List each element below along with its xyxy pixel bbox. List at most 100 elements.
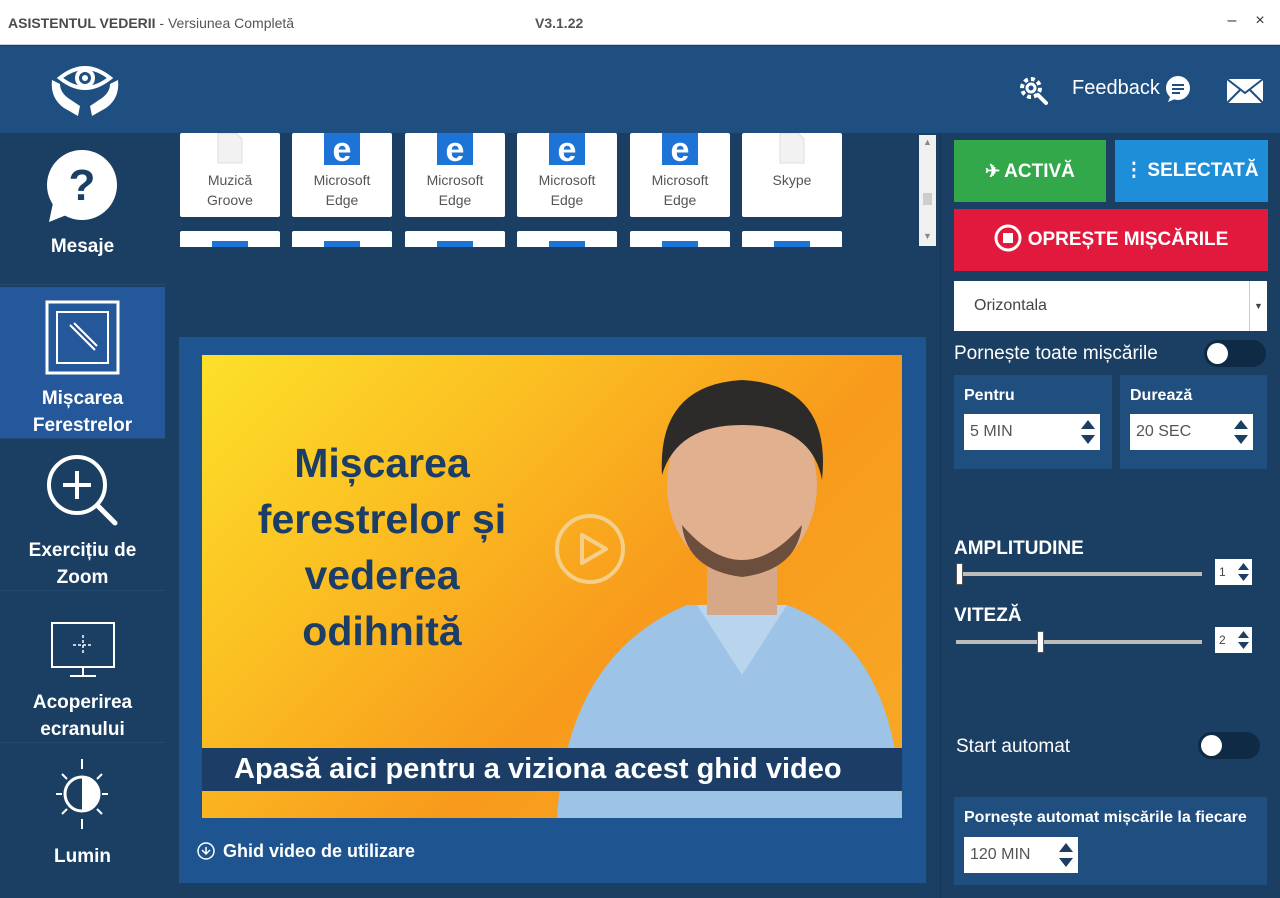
app-name-line1: Microsoft (313, 172, 371, 188)
stop-movements-button[interactable]: OPREȘTE MIȘCĂRILE (954, 209, 1268, 271)
zoom-in-icon (47, 455, 118, 526)
up-down-arrows-icon[interactable] (1080, 417, 1096, 447)
app-tile[interactable] (742, 231, 842, 247)
chevron-down-icon[interactable]: ▼ (1249, 281, 1267, 331)
edge-icon: e (437, 133, 473, 165)
duration-value: 20 SEC (1136, 423, 1192, 440)
stop-icon (994, 224, 1022, 252)
app-tile-label: Muzică Groove (180, 170, 280, 210)
app-tile[interactable] (180, 231, 280, 247)
selected-button[interactable]: ⋮ SELECTATĂ (1115, 140, 1268, 202)
edge-icon (437, 241, 473, 247)
up-down-arrows-icon[interactable] (1237, 561, 1250, 583)
app-tile[interactable]: Skype (742, 133, 842, 217)
app-version: V3.1.22 (535, 15, 584, 31)
speed-value: 2 (1219, 633, 1226, 647)
brightness-icon (56, 759, 108, 829)
auto-every-stepper[interactable]: 120 MIN (964, 837, 1078, 873)
up-down-arrows-icon[interactable] (1233, 417, 1249, 447)
scroll-thumb[interactable] (923, 193, 932, 205)
plane-icon: ✈ (985, 161, 1001, 181)
app-tile[interactable] (405, 231, 505, 247)
app-name-line1: Muzică (207, 172, 253, 188)
video-guide-panel: Mișcarea ferestrelor și vederea odihnită… (179, 337, 926, 883)
app-name-line2: Edge (438, 192, 472, 208)
autostart-toggle[interactable] (1198, 732, 1260, 759)
app-name-line1: Microsoft (651, 172, 709, 188)
app-tile[interactable]: e Microsoft Edge (517, 133, 617, 217)
duration-stepper[interactable]: 20 SEC (1130, 414, 1253, 450)
video-guide-link[interactable]: Ghid video de utilizare (197, 841, 415, 862)
headline-line: Mișcarea (294, 440, 470, 486)
app-tile[interactable]: Muzică Groove (180, 133, 280, 217)
edge-icon (774, 241, 810, 247)
sidebar-item-label: Ferestrelor (32, 415, 133, 436)
file-icon (779, 133, 805, 164)
up-down-arrows-icon[interactable] (1058, 840, 1074, 870)
file-icon (217, 133, 243, 164)
sidebar-item-label: Zoom (56, 567, 109, 588)
edge-icon: e (324, 133, 360, 165)
duration-box: Durează 20 SEC (1120, 375, 1267, 469)
app-tile-label: Skype (772, 172, 812, 188)
slider-thumb[interactable] (956, 563, 963, 585)
video-thumbnail[interactable]: Mișcarea ferestrelor și vederea odihnită… (202, 355, 902, 818)
play-icon[interactable] (554, 513, 626, 585)
active-button[interactable]: ✈ ACTIVĂ (954, 140, 1106, 202)
app-tile[interactable] (517, 231, 617, 247)
app-tile[interactable] (292, 231, 392, 247)
app-tile[interactable]: e Microsoft Edge (292, 133, 392, 217)
app-tile-label: Microsoft Edge (517, 170, 617, 210)
app-tile[interactable]: e Microsoft Edge (630, 133, 730, 217)
app-name-line2: Edge (550, 192, 584, 208)
slider-thumb[interactable] (1037, 631, 1044, 653)
amplitude-slider[interactable] (956, 563, 1202, 585)
amplitude-stepper[interactable]: 1 (1215, 559, 1252, 585)
app-tile[interactable]: e Microsoft Edge (405, 133, 505, 217)
sidebar-item-label: Mișcarea (41, 388, 124, 409)
settings-search-icon[interactable] (1018, 75, 1048, 105)
app-name-line2: Groove (207, 192, 253, 208)
scroll-up-arrow-icon[interactable]: ▲ (919, 137, 936, 147)
feedback-link[interactable]: Feedback (1072, 77, 1160, 100)
main-content: Muzică Groove e Microsoft Edge e Microsoft… (165, 133, 940, 898)
window-title: ASISTENTUL VEDERII - Versiunea Completă (8, 15, 294, 31)
svg-text:e: e (671, 133, 690, 165)
active-button-label: ACTIVĂ (1004, 161, 1075, 182)
auto-every-value: 120 MIN (970, 846, 1031, 863)
auto-every-label: Pornește automat mișcările la fiecare (964, 809, 1247, 826)
direction-select[interactable]: Orizontala ▼ (954, 281, 1267, 331)
headline-line: ferestrelor și (257, 496, 507, 542)
apps-scrollbar[interactable]: ▲ ▼ (919, 135, 936, 246)
headline-line: odihnită (302, 608, 462, 654)
edge-icon (662, 241, 698, 247)
speed-stepper[interactable]: 2 (1215, 627, 1252, 653)
up-down-arrows-icon[interactable] (1237, 629, 1250, 651)
for-stepper[interactable]: 5 MIN (964, 414, 1100, 450)
app-name-line2: Edge (663, 192, 697, 208)
control-panel: ✈ ACTIVĂ ⋮ SELECTATĂ OPREȘTE MIȘCĂRILE Ori… (940, 133, 1280, 898)
chat-bubble-icon[interactable] (1164, 75, 1192, 103)
sidebar-item-label: Mesaje (50, 236, 115, 257)
speed-label: VITEZĂ (954, 605, 1022, 626)
scroll-down-arrow-icon[interactable]: ▼ (919, 231, 936, 241)
mail-icon[interactable] (1226, 78, 1264, 104)
sidebar-item-messages[interactable]: ? Mesaje (0, 133, 165, 285)
arrow-down-circle-icon (197, 842, 215, 860)
window-movement-icon (45, 300, 120, 375)
speed-slider[interactable] (956, 631, 1202, 653)
sidebar-item-screen-cover[interactable]: Acoperirea ecranului (0, 591, 165, 743)
video-caption: Apasă aici pentru a viziona acest ghid v… (202, 748, 902, 791)
title-bar: ASISTENTUL VEDERII - Versiunea Completă … (0, 0, 1280, 45)
minimize-button[interactable]: – (1222, 12, 1242, 30)
edge-icon (324, 241, 360, 247)
sidebar-item-window-movement[interactable]: Mișcarea Ferestrelor (0, 287, 165, 439)
start-all-toggle[interactable] (1204, 340, 1266, 367)
sidebar-item-zoom-exercise[interactable]: Exercițiu de Zoom (0, 439, 165, 591)
close-button[interactable]: × (1250, 12, 1270, 30)
sidebar-item-light[interactable]: Lumin (0, 743, 165, 898)
app-tile[interactable] (630, 231, 730, 247)
app-tile-label: Microsoft Edge (630, 170, 730, 210)
monitor-icon (51, 622, 115, 677)
app-edition: - Versiunea Completă (155, 15, 295, 31)
